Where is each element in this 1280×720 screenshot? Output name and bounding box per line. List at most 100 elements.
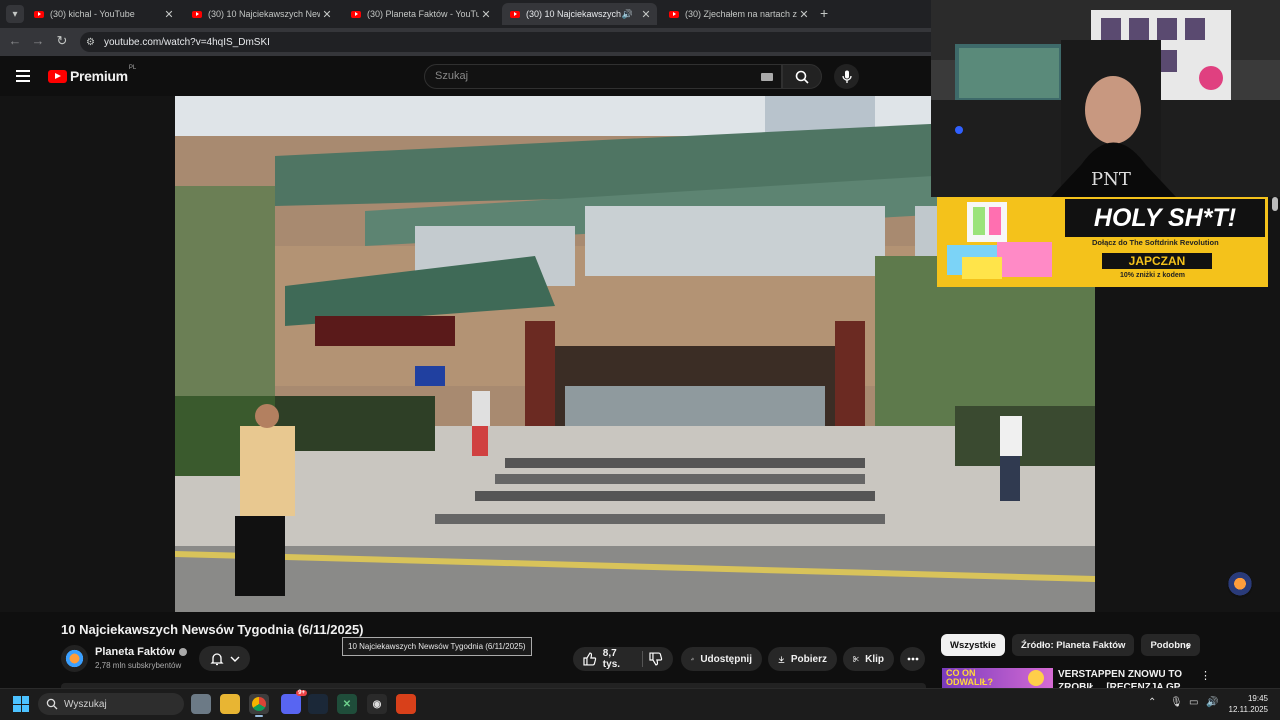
scissors-icon [853, 656, 859, 662]
clip-label: Klip [865, 653, 884, 665]
chip-all[interactable]: Wszystkie [941, 634, 1005, 656]
youtube-favicon-icon [351, 10, 361, 18]
ad-subline: Dołącz do The Softdrink Revolution [1092, 238, 1219, 247]
task-view-icon[interactable] [191, 694, 211, 714]
browser-tab-newsow[interactable]: (30) 10 Najciekawszych Newsów ✕ [184, 3, 338, 25]
tab-title: (30) kichal - YouTube [50, 9, 135, 19]
page-scrollbar[interactable] [1272, 197, 1278, 211]
brave-browser-icon[interactable] [396, 694, 416, 714]
tab-title: (30) 10 Najciekawszych New [526, 9, 622, 19]
forward-arrow-icon[interactable]: → [29, 33, 47, 48]
keyboard-icon[interactable] [761, 73, 773, 81]
notification-bell-button[interactable] [199, 646, 250, 671]
address-bar[interactable]: ⚙ youtube.com/watch?v=4hqIS_DmSKI [80, 32, 931, 52]
excel-icon[interactable]: ✕ [337, 694, 357, 714]
site-settings-icon[interactable]: ⚙ [86, 37, 98, 48]
browser-tab-narty[interactable]: (30) Zjechałem na nartach z Mo ✕ [661, 3, 815, 25]
emoji-face-icon [1028, 670, 1044, 686]
video-title: 10 Najciekawszych Newsów Tygodnia (6/11/… [61, 622, 364, 637]
channel-avatar[interactable] [61, 645, 88, 672]
recommended-video-title[interactable]: VERSTAPPEN ZNOWU TO ZROBIŁ... [RECENZJA … [1058, 668, 1188, 688]
obs-studio-icon[interactable]: ◉ [367, 694, 387, 714]
search-icon [795, 70, 809, 84]
search-icon [46, 698, 58, 710]
youtube-favicon-icon [510, 10, 520, 18]
new-tab-button[interactable]: + [820, 5, 828, 21]
close-tab-icon[interactable]: ✕ [797, 8, 811, 21]
discord-icon[interactable]: 9+ [281, 690, 307, 714]
download-icon [778, 655, 785, 663]
search-button[interactable] [782, 64, 822, 89]
voice-search-button[interactable] [834, 64, 859, 89]
channel-name[interactable]: Planeta Faktów [95, 646, 175, 658]
speaker-icon[interactable]: 🔊 [622, 9, 633, 20]
clock-date: 12.11.2025 [1228, 705, 1268, 714]
clip-button[interactable]: Klip [843, 647, 894, 671]
download-label: Pobierz [790, 653, 827, 665]
share-label: Udostępnij [700, 653, 752, 665]
windows-start-icon[interactable] [13, 696, 29, 712]
tab-title: (30) 10 Najciekawszych Newsów [208, 9, 320, 19]
chrome-icon[interactable] [249, 694, 269, 717]
close-tab-icon[interactable]: ✕ [162, 8, 176, 21]
close-tab-icon[interactable]: ✕ [479, 8, 493, 21]
more-actions-button[interactable] [900, 647, 925, 671]
recommendation-filter-chips: Wszystkie Źródło: Planeta Faktów Podobne [941, 634, 1201, 656]
channel-watermark-icon[interactable] [1227, 572, 1253, 598]
tray-overflow-chevron-icon[interactable]: ⌃ [1148, 697, 1156, 708]
youtube-favicon-icon [34, 10, 44, 18]
svg-text:PNT: PNT [1091, 169, 1131, 190]
thumbs-up-icon[interactable] [583, 652, 597, 666]
download-button[interactable]: Pobierz [768, 647, 837, 671]
sponsor-banner: HOLY SH*T! Dołącz do The Softdrink Revol… [937, 197, 1268, 287]
chip-similar[interactable]: Podobne [1141, 634, 1201, 656]
title-tooltip: 10 Najciekawszych Newsów Tygodnia (6/11/… [342, 637, 532, 656]
chips-next-chevron-icon[interactable]: › [1186, 638, 1190, 653]
tab-search-chevron-icon[interactable]: ▾ [6, 5, 24, 23]
tab-title: (30) Zjechałem na nartach z Mo [685, 9, 797, 19]
chevron-down-icon [230, 656, 239, 662]
drink-packs-image [947, 202, 1052, 279]
back-arrow-icon[interactable]: ← [6, 33, 24, 48]
youtube-premium-logo[interactable]: Premium PL [48, 65, 136, 84]
microphone-tray-icon[interactable]: 🎙 [1170, 697, 1183, 708]
browser-tab-active[interactable]: (30) 10 Najciekawszych New 🔊 ✕ [502, 3, 657, 25]
discord-badge: 9+ [296, 690, 307, 696]
network-tray-icon[interactable]: ▭ [1189, 697, 1198, 708]
browser-tab-kichal[interactable]: (30) kichal - YouTube ✕ [26, 3, 180, 25]
more-vertical-icon[interactable]: ⋮ [1200, 669, 1211, 682]
reload-icon[interactable]: ↻ [53, 33, 71, 49]
share-button[interactable]: Udostępnij [681, 647, 762, 671]
taskbar-clock[interactable]: 19:45 12.11.2025 [1222, 693, 1268, 715]
microphone-icon [841, 70, 852, 83]
volume-tray-icon[interactable]: 🔊 [1206, 697, 1218, 708]
verified-badge-icon [179, 648, 188, 656]
ad-headline: HOLY SH*T! [1065, 199, 1265, 237]
like-count[interactable]: 8,7 tys. [603, 648, 636, 670]
thumb-text-2: ODWALIŁ? [946, 677, 993, 687]
logo-text: Premium [70, 68, 128, 84]
thumbs-down-icon[interactable] [649, 652, 663, 666]
browser-tab-planeta-faktow[interactable]: (30) Planeta Faktów - YouTube ✕ [343, 3, 497, 25]
close-tab-icon[interactable]: ✕ [639, 8, 653, 21]
share-arrow-icon [691, 657, 695, 661]
ad-discount-code: JAPCZAN [1102, 253, 1212, 269]
youtube-play-logo-icon [48, 69, 67, 83]
bell-icon [209, 652, 224, 665]
taskbar-search[interactable]: Wyszukaj [38, 693, 184, 715]
taskbar-search-placeholder: Wyszukaj [64, 698, 107, 710]
channel-name-row[interactable]: Planeta Faktów [95, 646, 188, 658]
subscriber-count: 2,78 mln subskrybentów [95, 661, 182, 670]
file-explorer-icon[interactable] [220, 694, 240, 714]
url-text: youtube.com/watch?v=4hqIS_DmSKI [104, 36, 270, 48]
close-tab-icon[interactable]: ✕ [320, 8, 334, 21]
steam-icon[interactable] [308, 694, 328, 714]
search-input[interactable]: Szukaj [424, 64, 782, 89]
search-placeholder: Szukaj [435, 70, 469, 82]
menu-hamburger-icon[interactable] [16, 70, 30, 82]
clock-time: 19:45 [1247, 694, 1268, 703]
like-dislike-group: 8,7 tys. [573, 647, 673, 671]
chip-source-channel[interactable]: Źródło: Planeta Faktów [1011, 634, 1135, 656]
like-divider [642, 651, 644, 667]
recommended-video-thumbnail[interactable]: CO ON ODWALIŁ? [942, 668, 1053, 688]
